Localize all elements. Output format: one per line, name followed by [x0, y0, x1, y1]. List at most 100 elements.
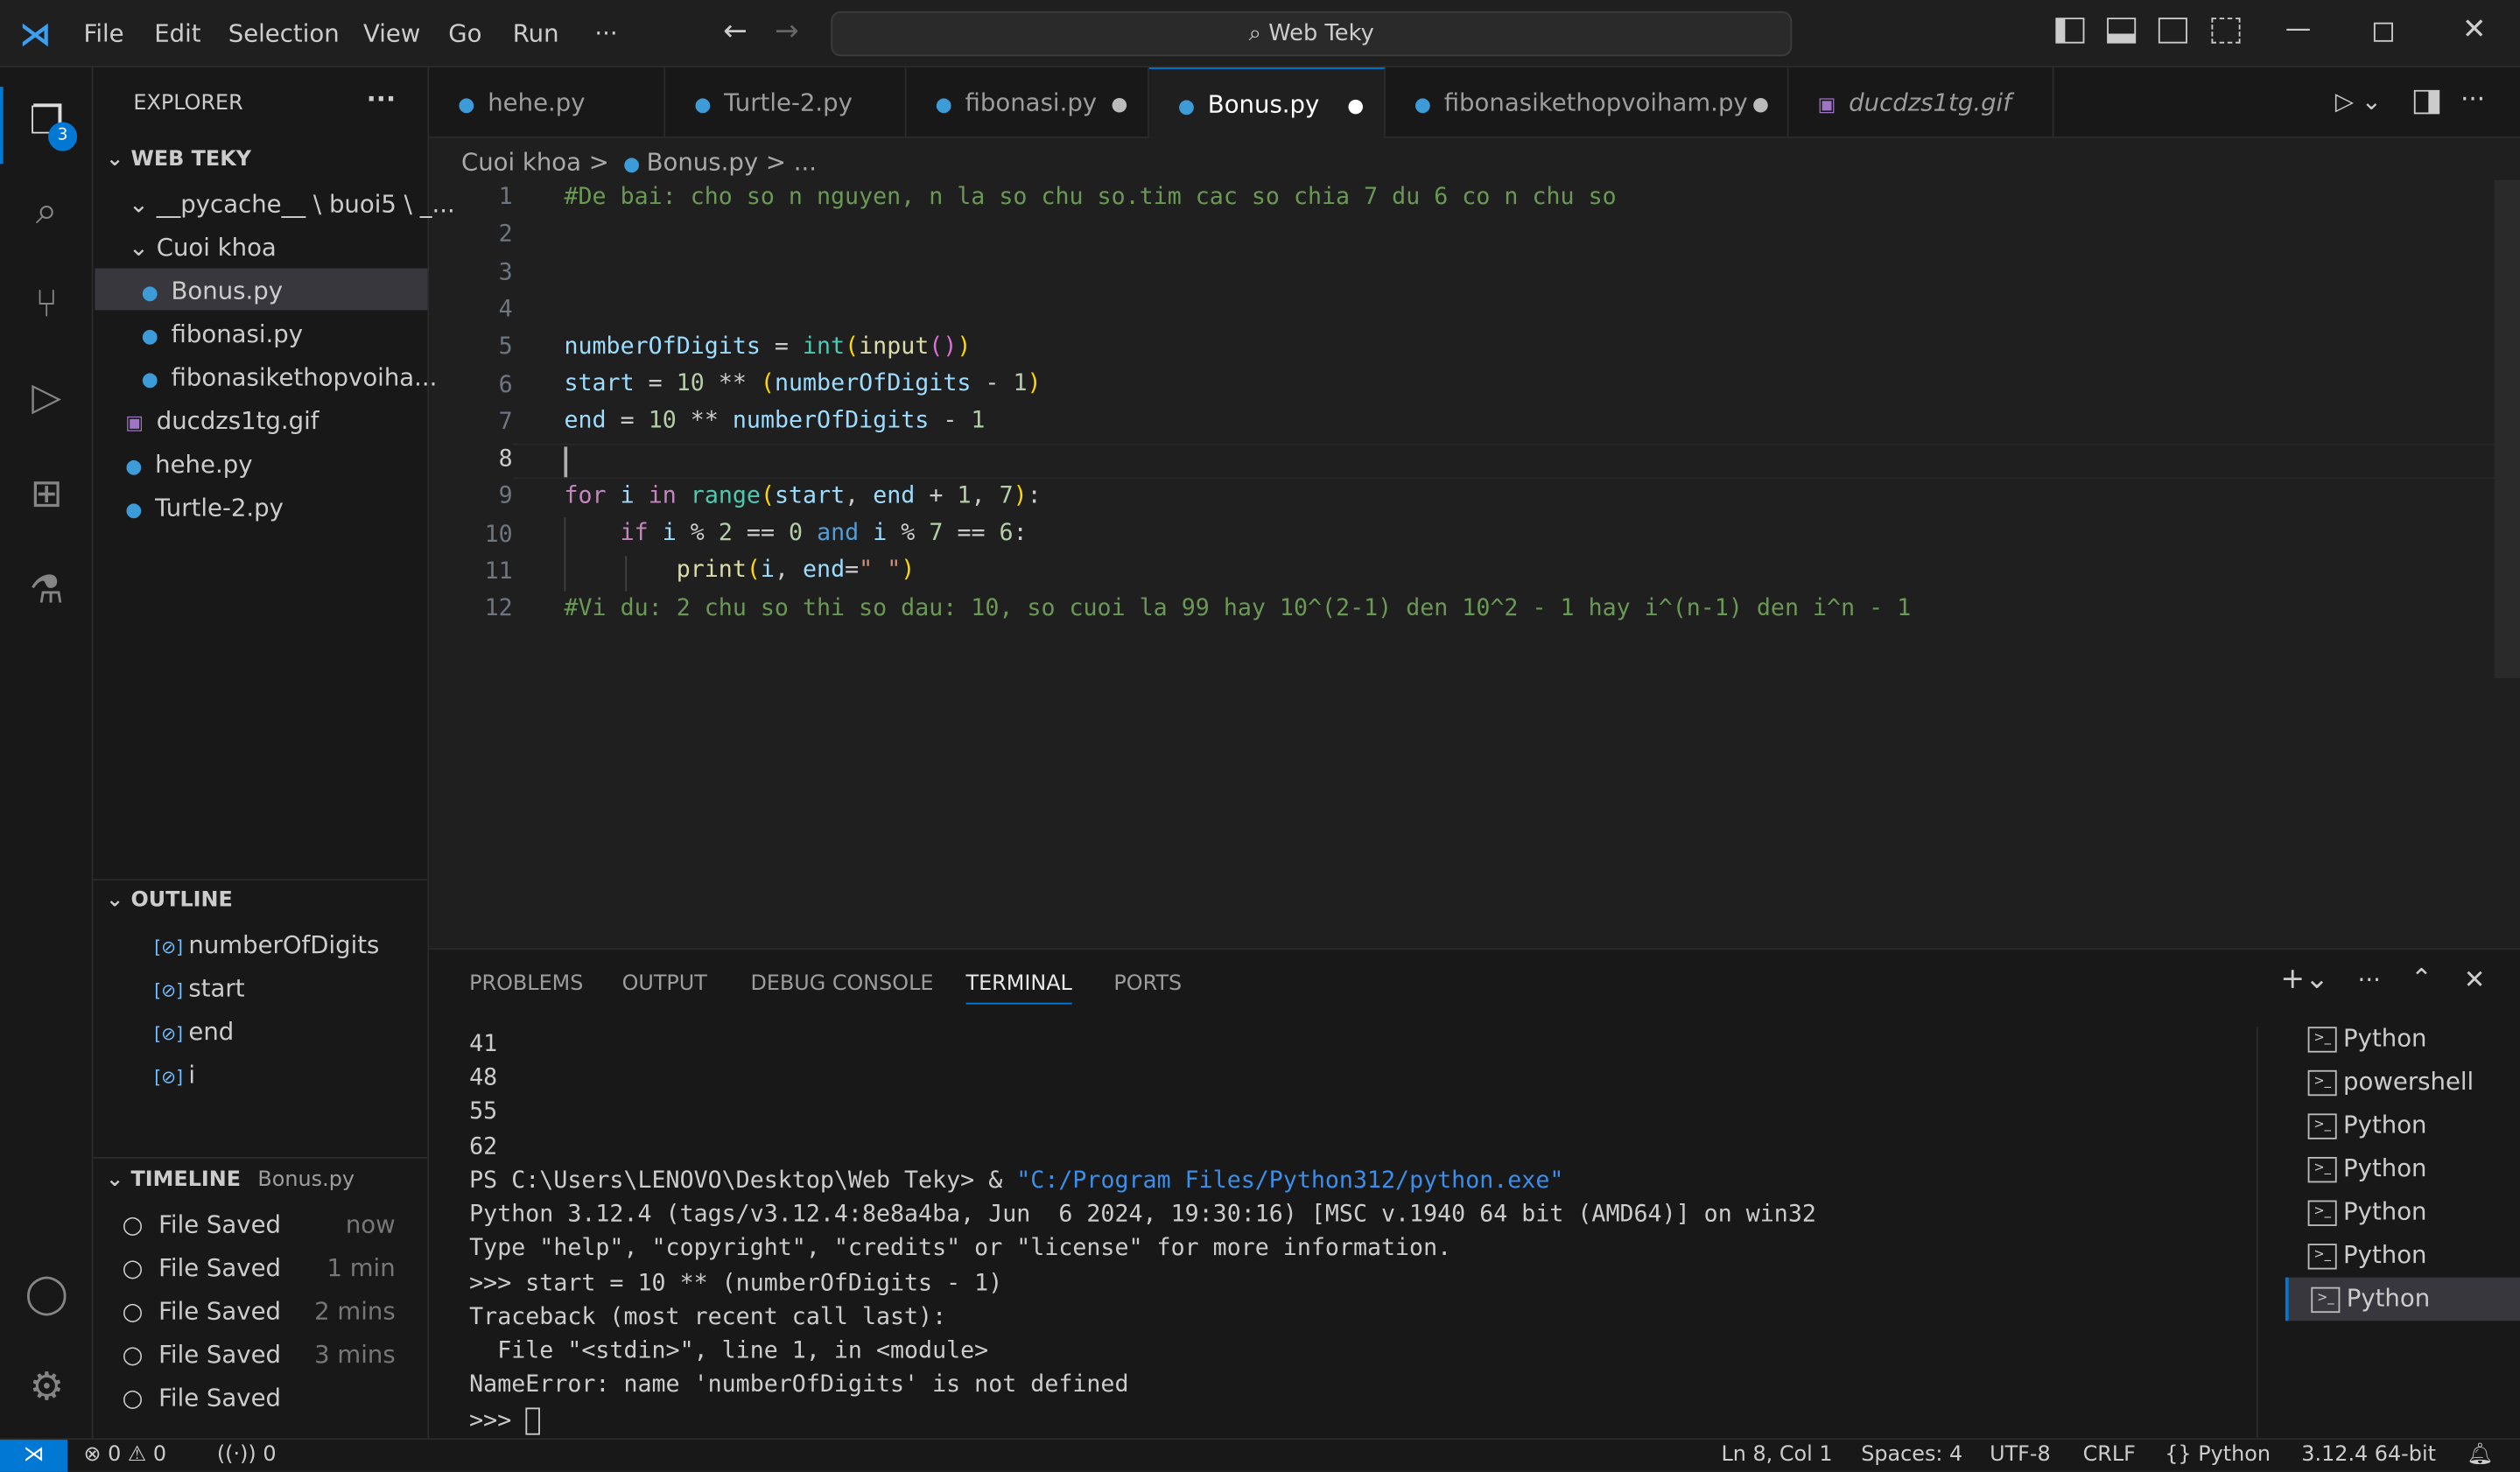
timeline-time: now	[345, 1209, 396, 1239]
timeline-header[interactable]: ⌄ TIMELINE Bonus.py	[106, 1168, 440, 1193]
cursor-position[interactable]: Ln 8, Col 1	[1721, 1440, 1832, 1472]
testing-icon[interactable]: ⚗	[23, 565, 71, 613]
code-line-7: end = 10 ** numberOfDigits - 1	[564, 408, 986, 434]
timeline-item[interactable]: ○ File Saved now	[123, 1210, 396, 1239]
terminal-instance[interactable]: Python	[2285, 1191, 2520, 1235]
menu-selection[interactable]: Selection	[228, 19, 340, 48]
tree-item-bonus-py[interactable]: ● Bonus.py	[142, 277, 283, 305]
search-label: Web Teky	[1268, 20, 1374, 47]
editor-scrollbar[interactable]	[2494, 179, 2520, 678]
tree-item-fibonasi-py[interactable]: ● fibonasi.py	[142, 319, 303, 348]
timeline-item[interactable]: ○ File Saved	[123, 1384, 396, 1412]
minimize-icon[interactable]: —	[2285, 13, 2311, 44]
python-file-icon: ●	[125, 454, 143, 478]
toggle-secondary-sidebar-icon[interactable]	[2158, 18, 2187, 44]
indentation[interactable]: Spaces: 4	[1861, 1440, 1962, 1472]
settings-gear-icon[interactable]: ⚙	[23, 1363, 71, 1411]
new-terminal-icon[interactable]: +⌄	[2280, 963, 2328, 997]
encoding[interactable]: UTF-8	[1990, 1440, 2051, 1472]
outline-item[interactable]: [⊘] start	[154, 974, 244, 1003]
menu-file[interactable]: File	[83, 19, 123, 48]
terminal-instance[interactable]: Python	[2285, 1234, 2520, 1278]
activity-bar: ❐ 3 ⌕ ⑂ ▷ ⊞ ⚗ ◯ ⚙	[0, 67, 94, 1439]
tab-fibonasi-py[interactable]: ● fibonasi.py	[907, 67, 1149, 138]
line-number: 7	[498, 409, 513, 436]
split-editor-icon[interactable]	[2413, 89, 2440, 115]
more-actions-icon[interactable]: ···	[2460, 83, 2485, 114]
account-icon[interactable]: ◯	[23, 1270, 71, 1318]
tree-item-gif[interactable]: ▣ ducdzs1tg.gif	[125, 407, 319, 436]
error-count: 0	[108, 1442, 122, 1468]
breadcrumb-file[interactable]: Bonus.py	[647, 148, 759, 177]
outline-item[interactable]: [⊘] i	[154, 1061, 195, 1090]
tree-item-hehe-py[interactable]: ● hehe.py	[125, 450, 252, 479]
extensions-icon[interactable]: ⊞	[23, 469, 71, 517]
tab-gif[interactable]: ▣ ducdzs1tg.gif	[1789, 67, 2054, 138]
tree-item-fibonasikethopvoiham-py[interactable]: ● fibonasikethopvoiha...	[142, 363, 438, 392]
source-control-icon[interactable]: ⑂	[23, 279, 71, 327]
unsaved-dot-icon[interactable]	[1112, 98, 1127, 113]
tab-bonus-py[interactable]: ● Bonus.py	[1148, 67, 1386, 138]
tab-hehe-py[interactable]: ● hehe.py	[429, 67, 666, 138]
customize-layout-icon[interactable]	[2211, 18, 2241, 44]
language-mode[interactable]: {} Python	[2165, 1440, 2271, 1472]
toggle-sidebar-icon[interactable]	[2055, 18, 2085, 44]
timeline-label: File Saved	[158, 1383, 282, 1412]
remote-icon[interactable]: ⋊	[0, 1440, 68, 1472]
breadcrumb-more[interactable]: ...	[794, 148, 817, 177]
menu-go[interactable]: Go	[448, 19, 481, 48]
timeline-item[interactable]: ○ File Saved 1 min	[123, 1253, 396, 1282]
outline-item[interactable]: [⊘] end	[154, 1017, 234, 1046]
unsaved-dot-icon[interactable]	[1348, 99, 1364, 115]
toggle-panel-icon[interactable]	[2107, 18, 2137, 44]
code-line-11: print(i, end=" ")	[676, 557, 916, 584]
restore-icon[interactable]	[2373, 22, 2393, 42]
tab-terminal[interactable]: TERMINAL	[965, 972, 1072, 1005]
ports-status[interactable]: ((·)) 0	[217, 1440, 277, 1472]
terminal-line: Python 3.12.4 (tags/v3.12.4:8e8a4ba, Jun…	[469, 1202, 1816, 1228]
variable-icon: [⊘]	[154, 1023, 189, 1045]
menu-view[interactable]: View	[363, 19, 420, 48]
problems-status[interactable]: ⊗ 0 ⚠ 0	[83, 1440, 166, 1472]
python-interpreter[interactable]: 3.12.4 64-bit	[2301, 1440, 2436, 1472]
tab-turtle-py[interactable]: ● Turtle-2.py	[665, 67, 907, 138]
tab-problems[interactable]: PROBLEMS	[469, 972, 583, 997]
search-icon[interactable]: ⌕	[23, 186, 71, 235]
forward-arrow-icon[interactable]: →	[775, 15, 799, 49]
terminal-instance[interactable]: Python	[2285, 1104, 2520, 1147]
terminal-instance[interactable]: Python	[2285, 1017, 2520, 1061]
menu-edit[interactable]: Edit	[154, 19, 200, 48]
breadcrumb-folder[interactable]: Cuoi khoa	[461, 148, 581, 177]
tree-label: Cuoi khoa	[156, 233, 277, 263]
menu-run[interactable]: Run	[513, 19, 559, 48]
terminal-prompt: >>>	[469, 1408, 526, 1434]
terminal-instance[interactable]: powershell	[2285, 1061, 2520, 1104]
tree-item-turtle-py[interactable]: ● Turtle-2.py	[125, 494, 284, 522]
panel-more-icon[interactable]: ···	[2358, 965, 2381, 994]
command-center-search[interactable]: ⌕ Web Teky	[831, 11, 1793, 57]
tab-debug-console[interactable]: DEBUG CONSOLE	[750, 972, 933, 997]
close-panel-icon[interactable]: ✕	[2464, 964, 2486, 995]
terminal-instance[interactable]: Python	[2285, 1147, 2520, 1191]
notifications-bell-icon[interactable]: 🔔︎	[2467, 1440, 2493, 1472]
workspace-header[interactable]: ⌄ WEB TEKY	[106, 148, 440, 172]
tab-ports[interactable]: PORTS	[1113, 972, 1182, 997]
close-icon[interactable]: ✕	[2462, 13, 2487, 47]
back-arrow-icon[interactable]: ←	[723, 15, 748, 49]
timeline-item[interactable]: ○ File Saved 2 mins	[123, 1297, 396, 1326]
menu-more[interactable]: ···	[594, 19, 617, 48]
timeline-item[interactable]: ○ File Saved 3 mins	[123, 1340, 396, 1369]
tab-fibonasikethopvoiham-py[interactable]: ● fibonasikethopvoiham.py	[1386, 67, 1789, 138]
tab-output[interactable]: OUTPUT	[622, 972, 707, 997]
outline-item[interactable]: [⊘] numberOfDigits	[154, 930, 379, 959]
terminal-instance-active[interactable]: Python	[2285, 1277, 2520, 1321]
run-python-icon[interactable]: ▷ ⌄	[2335, 87, 2382, 116]
line-ending[interactable]: CRLF	[2083, 1440, 2136, 1472]
tree-item-cuoi-khoa[interactable]: ⌄ Cuoi khoa	[129, 233, 277, 262]
maximize-panel-icon[interactable]: ⌃	[2411, 963, 2432, 993]
run-debug-icon[interactable]: ▷	[23, 373, 71, 421]
unsaved-dot-icon[interactable]	[1753, 98, 1768, 113]
outline-header[interactable]: ⌄ OUTLINE	[106, 888, 440, 913]
line-number: 4	[498, 297, 513, 323]
tree-item-pycache[interactable]: ⌄ __pycache__ \ buoi5 \ _...	[129, 190, 455, 219]
